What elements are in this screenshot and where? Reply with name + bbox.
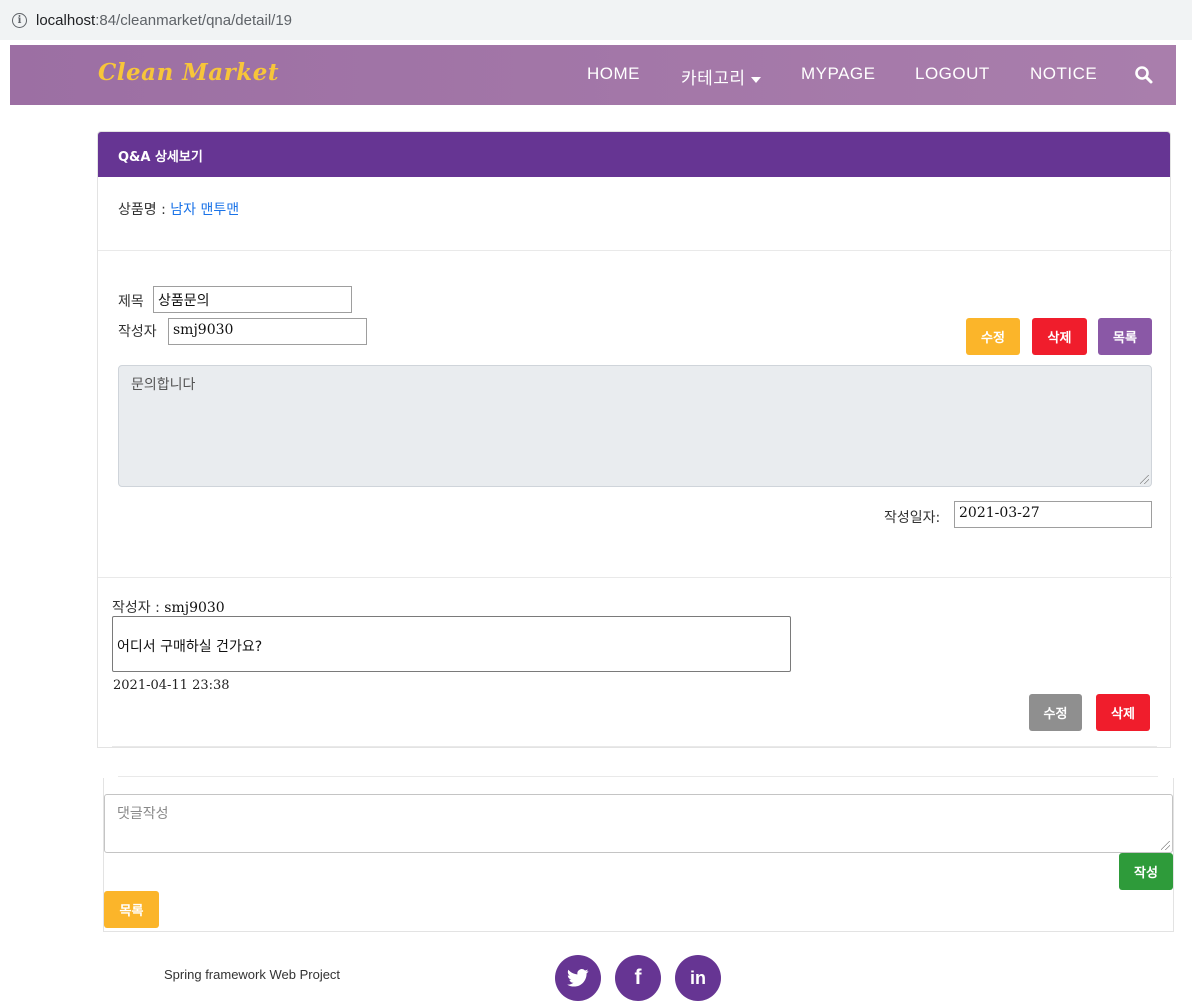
product-link[interactable]: 남자 맨투맨: [170, 202, 239, 218]
url-path: :84/cleanmarket/qna/detail/19: [95, 11, 292, 29]
reply-delete-button[interactable]: 삭제: [1096, 694, 1150, 731]
section-divider: [98, 250, 1172, 251]
comment-box: 댓글작성 작성 목록: [103, 778, 1174, 932]
reply-bottom-divider: [112, 746, 1157, 747]
title-label: 제목: [118, 294, 144, 310]
reply-content[interactable]: 어디서 구매하실 건가요?: [112, 616, 791, 672]
comment-submit-button[interactable]: 작성: [1119, 853, 1173, 890]
caret-down-icon: [750, 76, 761, 83]
title-input[interactable]: 상품문의: [153, 286, 352, 313]
qna-detail-card: Q&A 상세보기 상품명 : 남자 맨투맨 제목 상품문의 작성자 smj903…: [97, 131, 1172, 748]
nav-category-label: 카테고리: [681, 69, 746, 88]
date-label: 작성일자:: [884, 510, 941, 526]
card-header: Q&A 상세보기: [98, 132, 1170, 177]
nav-notice[interactable]: NOTICE: [1030, 64, 1097, 84]
content-textarea[interactable]: 문의합니다: [118, 365, 1152, 487]
comment-placeholder: 댓글작성: [117, 806, 169, 822]
back-to-list-button[interactable]: 목록: [104, 891, 159, 928]
navbar: Clean Market HOME 카테고리 MYPAGE LOGOUT NOT…: [10, 45, 1176, 105]
edit-button[interactable]: 수정: [966, 318, 1020, 355]
author-label: 작성자: [118, 324, 157, 340]
content-text: 문의합니다: [131, 377, 196, 393]
reply-author-value: smj9030: [164, 600, 225, 616]
twitter-icon[interactable]: [555, 955, 601, 1001]
reply-author: 작성자 : smj9030: [112, 597, 225, 617]
reply-edit-button[interactable]: 수정: [1029, 694, 1082, 731]
product-label: 상품명 :: [118, 202, 171, 218]
nav-mypage[interactable]: MYPAGE: [801, 64, 875, 84]
brand-logo[interactable]: Clean Market: [98, 59, 279, 86]
reply-divider: [98, 577, 1172, 578]
reply-date: 2021-04-11 23:38: [113, 678, 230, 693]
nav-logout[interactable]: LOGOUT: [915, 64, 990, 84]
info-icon[interactable]: i: [12, 12, 27, 28]
comment-top-divider: [118, 776, 1158, 777]
resize-grip-icon[interactable]: [1140, 475, 1149, 484]
resize-grip-icon[interactable]: [1161, 841, 1170, 850]
nav-home[interactable]: HOME: [587, 64, 640, 84]
reply-author-label: 작성자 :: [112, 600, 165, 616]
search-icon[interactable]: [1134, 65, 1154, 85]
url-host: localhost: [36, 11, 96, 29]
comment-textarea[interactable]: 댓글작성: [104, 794, 1173, 853]
nav-category-dropdown[interactable]: 카테고리: [681, 64, 761, 89]
list-button[interactable]: 목록: [1098, 318, 1152, 355]
facebook-icon[interactable]: f: [615, 955, 661, 1001]
linkedin-icon[interactable]: in: [675, 955, 721, 1001]
footer-text: Spring framework Web Project: [164, 967, 341, 982]
product-row: 상품명 : 남자 맨투맨: [118, 199, 239, 219]
author-input[interactable]: smj9030: [168, 318, 367, 345]
address-bar[interactable]: i localhost:84/cleanmarket/qna/detail/19: [0, 0, 1192, 40]
date-input[interactable]: 2021-03-27: [954, 501, 1152, 528]
delete-button[interactable]: 삭제: [1032, 318, 1087, 355]
